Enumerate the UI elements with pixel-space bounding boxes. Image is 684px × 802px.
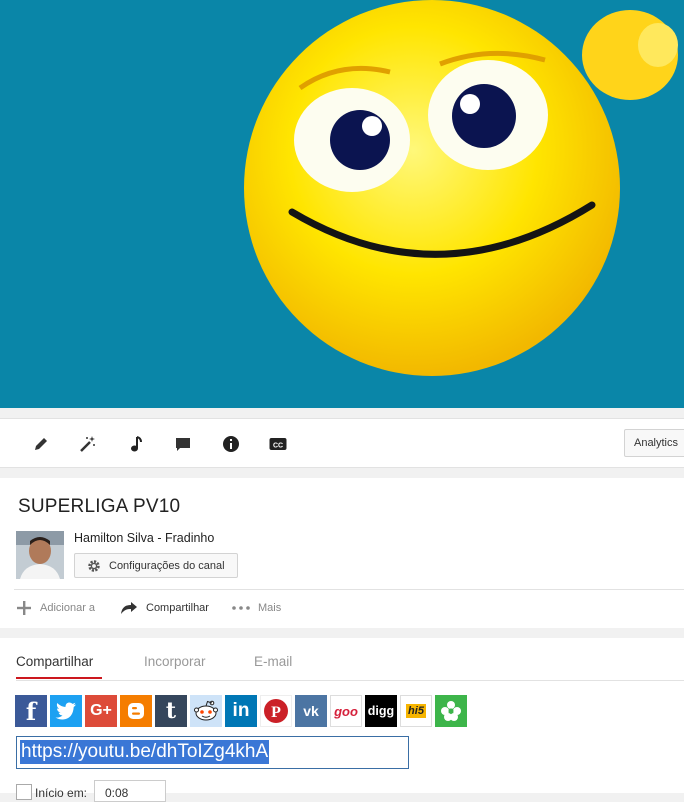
pinterest-icon[interactable]: P — [260, 695, 292, 727]
share-panel: Compartilhar Incorporar E-mail f G+ t in… — [0, 638, 684, 802]
pencil-icon[interactable] — [31, 434, 51, 454]
divider — [14, 589, 684, 590]
tab-email[interactable]: E-mail — [254, 654, 292, 669]
channel-name[interactable]: Hamilton Silva - Fradinho — [74, 531, 214, 545]
goo-icon[interactable]: goo — [330, 695, 362, 727]
video-info-panel: SUPERLIGA PV10 Hamilton Silva - Fradinho… — [0, 478, 684, 628]
vk-icon[interactable]: vk — [295, 695, 327, 727]
google-plus-icon[interactable]: G+ — [85, 695, 117, 727]
hi5-icon[interactable]: hi5 — [400, 695, 432, 727]
add-to-label: Adicionar a — [40, 602, 96, 614]
linkedin-icon[interactable]: in — [225, 695, 257, 727]
facebook-icon[interactable]: f — [15, 695, 47, 727]
more-dots-icon — [232, 606, 250, 610]
video-tools-bar: CC Analytics — [0, 418, 684, 468]
start-at-time-field[interactable]: 0:08 — [94, 780, 166, 802]
svg-text:P: P — [271, 704, 281, 721]
video-player[interactable] — [0, 0, 684, 408]
magic-wand-icon[interactable] — [78, 434, 98, 454]
more-label: Mais — [258, 602, 282, 614]
share-button[interactable]: Compartilhar — [120, 599, 209, 617]
channel-settings-button[interactable]: Configurações do canal — [74, 553, 238, 578]
cc-icon[interactable]: CC — [268, 434, 288, 454]
tumblr-icon[interactable]: t — [155, 695, 187, 727]
blogger-icon[interactable] — [120, 695, 152, 727]
digg-icon[interactable]: digg — [365, 695, 397, 727]
channel-settings-label: Configurações do canal — [109, 559, 225, 572]
smiley-face-thumbnail — [0, 0, 684, 408]
more-button[interactable]: Mais — [232, 599, 281, 617]
reddit-icon[interactable] — [190, 695, 222, 727]
active-tab-indicator — [16, 677, 102, 679]
share-url-text: https://youtu.be/dhToIZg4khA — [20, 740, 270, 764]
tab-divider — [16, 680, 684, 681]
analytics-button[interactable]: Analytics — [624, 429, 684, 457]
comment-icon[interactable] — [173, 434, 193, 454]
video-title: SUPERLIGA PV10 — [18, 496, 181, 517]
share-url-field[interactable]: https://youtu.be/dhToIZg4khA — [16, 736, 409, 769]
music-note-icon[interactable] — [126, 434, 146, 454]
plus-icon — [16, 600, 32, 616]
share-label: Compartilhar — [146, 602, 209, 614]
share-other-icon[interactable] — [435, 695, 467, 727]
share-arrow-icon — [120, 601, 138, 615]
start-at-label: Início em: — [35, 786, 88, 800]
tab-embed[interactable]: Incorporar — [144, 654, 206, 669]
gear-icon — [87, 559, 101, 573]
start-at-checkbox[interactable] — [16, 784, 32, 800]
svg-text:CC: CC — [273, 443, 283, 450]
tab-share[interactable]: Compartilhar — [16, 654, 93, 669]
info-icon[interactable] — [221, 434, 241, 454]
avatar[interactable] — [16, 531, 64, 579]
add-to-button[interactable]: Adicionar a — [16, 599, 95, 617]
twitter-icon[interactable] — [50, 695, 82, 727]
